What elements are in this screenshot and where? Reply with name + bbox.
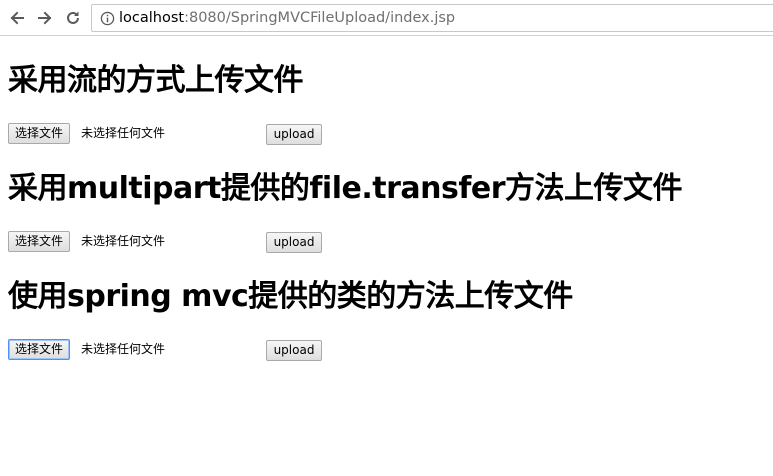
file-status-text: 未选择任何文件 <box>81 342 166 356</box>
choose-file-button[interactable]: 选择文件 <box>8 231 71 252</box>
browser-toolbar: localhost:8080/SpringMVCFileUpload/index… <box>0 0 773 36</box>
upload-form-multipart: 选择文件 未选择任何文件 upload <box>8 231 408 253</box>
choose-file-button[interactable]: 选择文件 <box>8 123 71 144</box>
section-title-stream: 采用流的方式上传文件 <box>8 63 304 98</box>
file-status-text: 未选择任何文件 <box>81 126 166 140</box>
upload-button[interactable]: upload <box>266 124 322 145</box>
back-button[interactable] <box>6 7 28 29</box>
forward-button[interactable] <box>34 7 56 29</box>
section-title-multipart: 采用multipart提供的file.transfer方法上传文件 <box>8 171 683 206</box>
file-status-text: 未选择任何文件 <box>81 234 166 248</box>
page-content: 采用流的方式上传文件 选择文件 未选择任何文件 upload 采用multipa… <box>0 36 773 476</box>
back-arrow-icon <box>10 11 24 25</box>
reload-button[interactable] <box>62 7 84 29</box>
upload-form-stream: 选择文件 未选择任何文件 upload <box>8 123 408 145</box>
address-bar[interactable]: localhost:8080/SpringMVCFileUpload/index… <box>91 4 773 32</box>
url-path: :8080/SpringMVCFileUpload/index.jsp <box>184 10 456 26</box>
upload-button[interactable]: upload <box>266 232 322 253</box>
reload-icon <box>67 11 79 24</box>
upload-form-spring-mvc: 选择文件 未选择任何文件 upload <box>8 339 408 361</box>
info-icon[interactable] <box>99 10 115 26</box>
choose-file-button[interactable]: 选择文件 <box>8 339 71 360</box>
section-title-spring-mvc: 使用spring mvc提供的类的方法上传文件 <box>8 279 573 314</box>
url-text: localhost:8080/SpringMVCFileUpload/index… <box>119 10 455 26</box>
upload-button[interactable]: upload <box>266 340 322 361</box>
url-host: localhost <box>119 10 185 26</box>
forward-arrow-icon <box>38 11 52 25</box>
